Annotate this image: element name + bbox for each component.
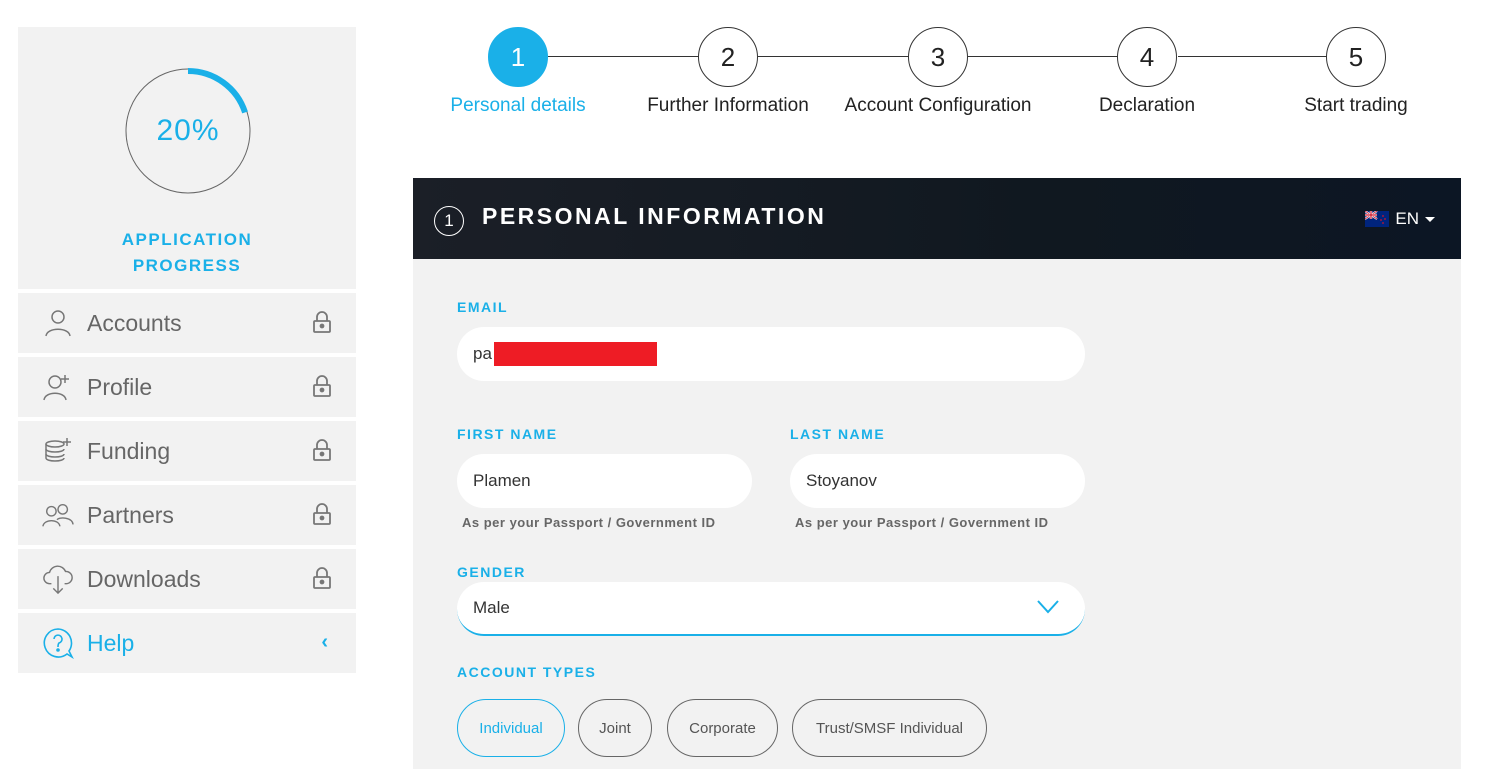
email-label: EMAIL bbox=[457, 299, 509, 315]
sidebar-item-label: Partners bbox=[87, 501, 174, 528]
lock-icon bbox=[313, 375, 331, 397]
step-number: 1 bbox=[488, 27, 548, 87]
email-field[interactable]: pa bbox=[457, 327, 1085, 381]
step-start-trading[interactable]: 5 Start trading bbox=[1246, 27, 1466, 117]
progress-title-line2: PROGRESS bbox=[132, 256, 242, 275]
step-label: Declaration bbox=[1098, 95, 1196, 116]
step-label: Start trading bbox=[1304, 95, 1408, 116]
step-account-configuration[interactable]: 3 Account Configuration bbox=[828, 27, 1048, 117]
coins-plus-icon bbox=[42, 435, 74, 467]
last-name-label: LAST NAME bbox=[790, 426, 886, 442]
chevron-left-icon[interactable]: ‹ bbox=[321, 631, 328, 654]
account-type-corporate[interactable]: Corporate bbox=[667, 699, 778, 757]
step-number: 2 bbox=[698, 27, 758, 87]
language-selector[interactable]: EN bbox=[1365, 209, 1435, 229]
users-icon bbox=[42, 499, 74, 531]
step-label: Account Configuration bbox=[844, 95, 1032, 116]
step-number: 4 bbox=[1117, 27, 1177, 87]
progress-title: APPLICATION PROGRESS bbox=[18, 227, 356, 279]
sidebar-item-funding[interactable]: Funding bbox=[18, 421, 356, 481]
first-name-hint: As per your Passport / Government ID bbox=[462, 515, 716, 530]
section-number: 1 bbox=[434, 206, 464, 236]
step-number: 5 bbox=[1326, 27, 1386, 87]
application-progress-card: 20% APPLICATION PROGRESS bbox=[18, 27, 356, 289]
user-icon bbox=[42, 307, 74, 339]
section-title: PERSONAL INFORMATION bbox=[482, 203, 827, 229]
last-name-hint: As per your Passport / Government ID bbox=[795, 515, 1049, 530]
redaction-bar bbox=[493, 342, 657, 366]
first-name-field[interactable]: Plamen bbox=[457, 454, 752, 508]
lock-icon bbox=[313, 503, 331, 525]
last-name-field[interactable]: Stoyanov bbox=[790, 454, 1085, 508]
account-type-trust-smsf[interactable]: Trust/SMSF Individual bbox=[792, 699, 987, 757]
sidebar-item-label: Accounts bbox=[87, 309, 182, 336]
language-code: EN bbox=[1395, 209, 1419, 228]
section-header: 1 PERSONAL INFORMATION EN bbox=[413, 178, 1461, 259]
step-label: Personal details bbox=[450, 95, 586, 116]
step-label: Further Information bbox=[647, 95, 809, 116]
step-personal-details[interactable]: 1 Personal details bbox=[408, 27, 628, 117]
cloud-download-icon bbox=[42, 563, 74, 595]
sidebar-item-label: Help bbox=[87, 629, 135, 656]
user-plus-icon bbox=[42, 371, 74, 403]
sidebar-item-label: Funding bbox=[87, 437, 171, 464]
progress-stepper: 1 Personal details 2 Further Information… bbox=[413, 27, 1461, 127]
sidebar-item-help[interactable]: Help ‹ bbox=[18, 613, 356, 673]
sidebar-item-profile[interactable]: Profile bbox=[18, 357, 356, 417]
sidebar: 20% APPLICATION PROGRESS Accounts Profil… bbox=[18, 27, 356, 673]
last-name-value: Stoyanov bbox=[806, 471, 877, 490]
help-chat-icon bbox=[42, 627, 74, 659]
lock-icon bbox=[313, 439, 331, 461]
sidebar-item-downloads[interactable]: Downloads bbox=[18, 549, 356, 609]
progress-title-line1: APPLICATION bbox=[121, 230, 253, 249]
chevron-down-icon bbox=[1037, 600, 1059, 614]
gender-label: GENDER bbox=[457, 564, 526, 580]
lock-icon bbox=[313, 311, 331, 333]
sidebar-item-label: Downloads bbox=[87, 565, 201, 592]
step-number: 3 bbox=[908, 27, 968, 87]
sidebar-item-partners[interactable]: Partners bbox=[18, 485, 356, 545]
progress-percent: 20% bbox=[156, 114, 220, 147]
sidebar-item-label: Profile bbox=[87, 373, 153, 400]
account-types-label: ACCOUNT TYPES bbox=[457, 664, 597, 680]
nz-flag-icon bbox=[1365, 211, 1390, 227]
account-type-joint[interactable]: Joint bbox=[578, 699, 652, 757]
account-type-individual[interactable]: Individual bbox=[457, 699, 565, 757]
step-declaration[interactable]: 4 Declaration bbox=[1037, 27, 1257, 117]
lock-icon bbox=[313, 567, 331, 589]
step-further-information[interactable]: 2 Further Information bbox=[618, 27, 838, 117]
gender-value: Male bbox=[473, 598, 510, 617]
first-name-value: Plamen bbox=[473, 471, 531, 490]
first-name-label: FIRST NAME bbox=[457, 426, 558, 442]
personal-information-panel: 1 PERSONAL INFORMATION EN EMAIL pa FIRST… bbox=[413, 178, 1461, 769]
caret-down-icon bbox=[1425, 216, 1435, 222]
gender-select[interactable]: Male bbox=[457, 582, 1085, 636]
sidebar-item-accounts[interactable]: Accounts bbox=[18, 293, 356, 353]
email-value: pa bbox=[473, 344, 492, 363]
